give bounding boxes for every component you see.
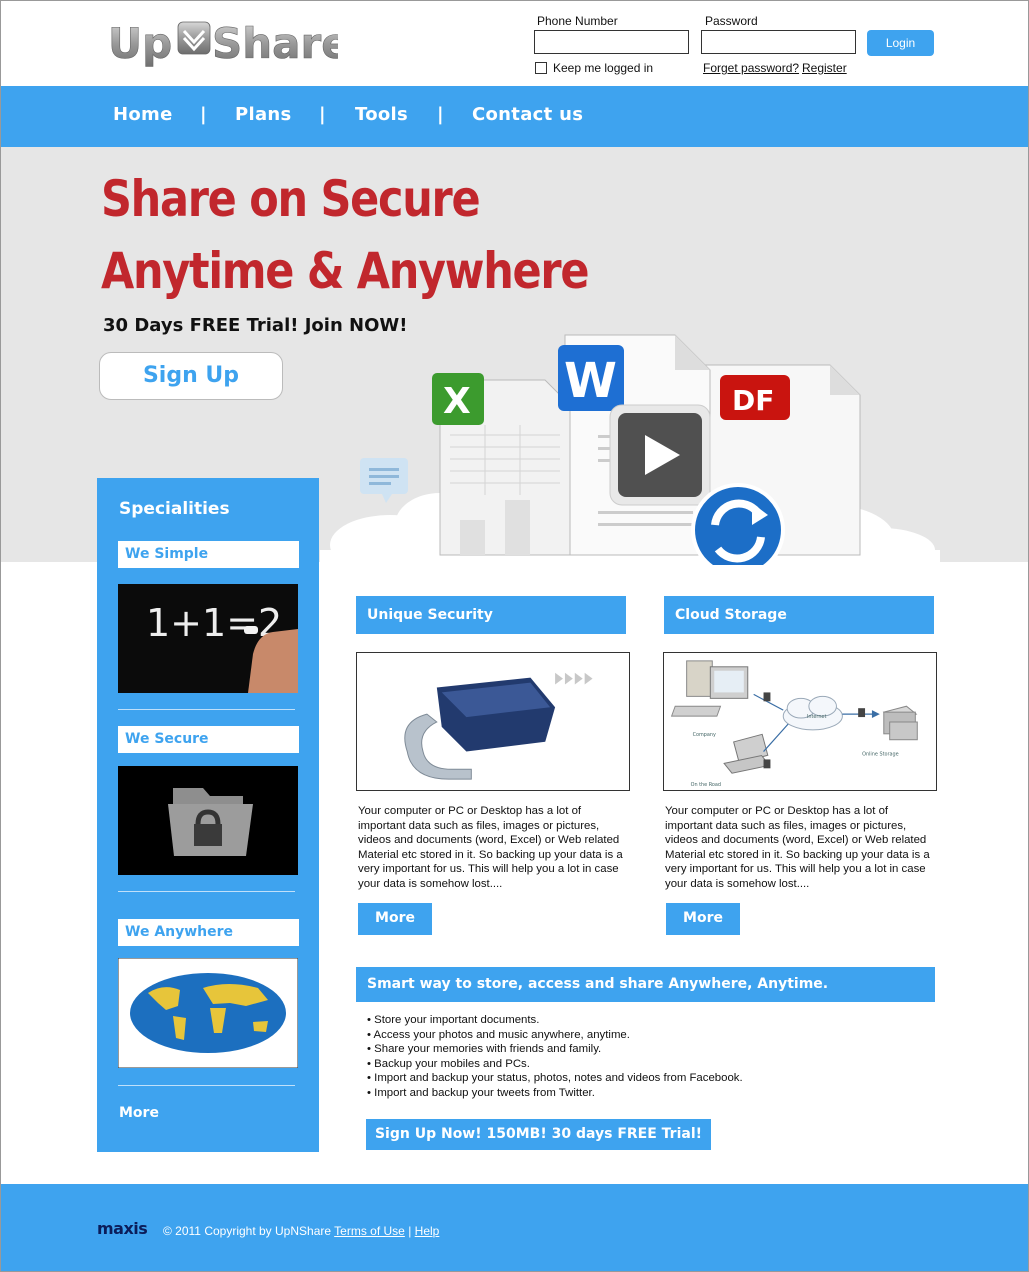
nav-separator: | [437,104,444,125]
sidebar-item-anywhere[interactable]: We Anywhere [118,919,299,946]
nav-home[interactable]: Home [113,104,173,125]
phone-label: Phone Number [537,14,618,28]
list-item: • Import and backup your status, photos,… [367,1072,743,1084]
password-label: Password [705,14,758,28]
list-item: • Backup your mobiles and PCs. [367,1057,530,1070]
footer-copyright: © 2011 Copyright by UpNShare Terms of Us… [163,1224,439,1238]
list-item: • Access your photos and music anywhere,… [367,1028,630,1041]
cloud-network-diagram: Internet Company On the Road Online Stor… [663,652,937,791]
nav-tools[interactable]: Tools [355,104,408,125]
locked-folder-image [118,766,298,875]
sidebar-title: Specialities [119,499,230,519]
unique-security-text: Your computer or PC or Desktop has a lot… [358,805,623,890]
upshare-logo[interactable]: Up Share [108,16,338,72]
list-item: • Import and backup your tweets from Twi… [367,1086,595,1099]
excel-icon-text: X [443,381,471,422]
maxis-logo: maxis [97,1219,148,1238]
play-icon [609,404,711,506]
signup-trial-button[interactable]: Sign Up Now! 150MB! 30 days FREE Trial! [366,1119,711,1150]
laptop-icon [723,733,771,774]
server-icon [882,705,918,741]
list-item: • Store your important documents. [367,1014,540,1026]
login-button[interactable]: Login [867,30,934,56]
register-link[interactable]: Register [802,61,847,75]
cloud-storage-header: Cloud Storage [664,596,934,634]
diagram-label-road: On the Road [691,782,721,788]
cloud-storage-text: Your computer or PC or Desktop has a lot… [665,805,930,890]
logo-text-up: Up [108,19,172,68]
word-icon: W [558,345,624,411]
password-input[interactable] [701,30,856,54]
word-icon-text: W [564,353,617,409]
help-link[interactable]: Help [415,1224,440,1238]
desktop-computer-icon [670,660,749,717]
sidebar-divider [118,1085,295,1086]
hero-signup-button[interactable]: Sign Up [99,352,283,400]
chat-bubble-icon [360,458,408,503]
nav-contact[interactable]: Contact us [472,104,583,125]
phone-input[interactable] [534,30,689,54]
hero-headline-1: Share on Secure [101,170,481,228]
footer-bar [1,1184,1028,1271]
diagram-label-storage: Online Storage [862,752,899,758]
list-item: • Share your memories with friends and f… [367,1043,602,1055]
sidebar-item-secure[interactable]: We Secure [118,726,299,753]
keep-logged-checkbox[interactable] [535,62,547,74]
sidebar-item-simple[interactable]: We Simple [118,541,299,568]
feature-bullet-list: • Store your important documents. • Acce… [367,1013,743,1100]
forgot-password-link[interactable]: Forget password? [703,61,799,75]
copyright-text: © 2011 Copyright by UpNShare [163,1224,332,1238]
hero-file-illustration: DF X W [320,334,940,565]
sidebar-more-link[interactable]: More [119,1105,159,1121]
cloud-storage-more-button[interactable]: More [666,903,740,935]
unique-security-header: Unique Security [356,596,626,634]
lock-small-icon [763,692,771,702]
nav-plans[interactable]: Plans [235,104,292,125]
sidebar-divider [118,891,295,892]
world-map-image [118,958,298,1068]
pdf-icon-text: DF [732,384,774,417]
keep-logged-label: Keep me logged in [553,61,654,75]
sync-icon [691,483,785,565]
diagram-label-internet: Internet [807,714,827,720]
diagram-label-company: Company [693,732,716,738]
nav-separator: | [319,104,326,125]
unique-security-more-button[interactable]: More [358,903,432,935]
lock-small-icon [763,759,771,769]
smart-way-header: Smart way to store, access and share Any… [356,967,935,1002]
chalkboard-image: 1+1=2 [118,584,298,693]
sidebar-divider [118,709,295,710]
nav-separator: | [200,104,207,125]
excel-icon: X [432,373,484,425]
lock-small-icon [858,708,866,718]
padlock-image [356,652,630,791]
footer-divider: | [408,1224,412,1238]
logo-text-share: Share [212,19,338,68]
terms-of-use-link[interactable]: Terms of Use [334,1224,405,1238]
hero-headline-2: Anytime & Anywhere [101,242,589,300]
